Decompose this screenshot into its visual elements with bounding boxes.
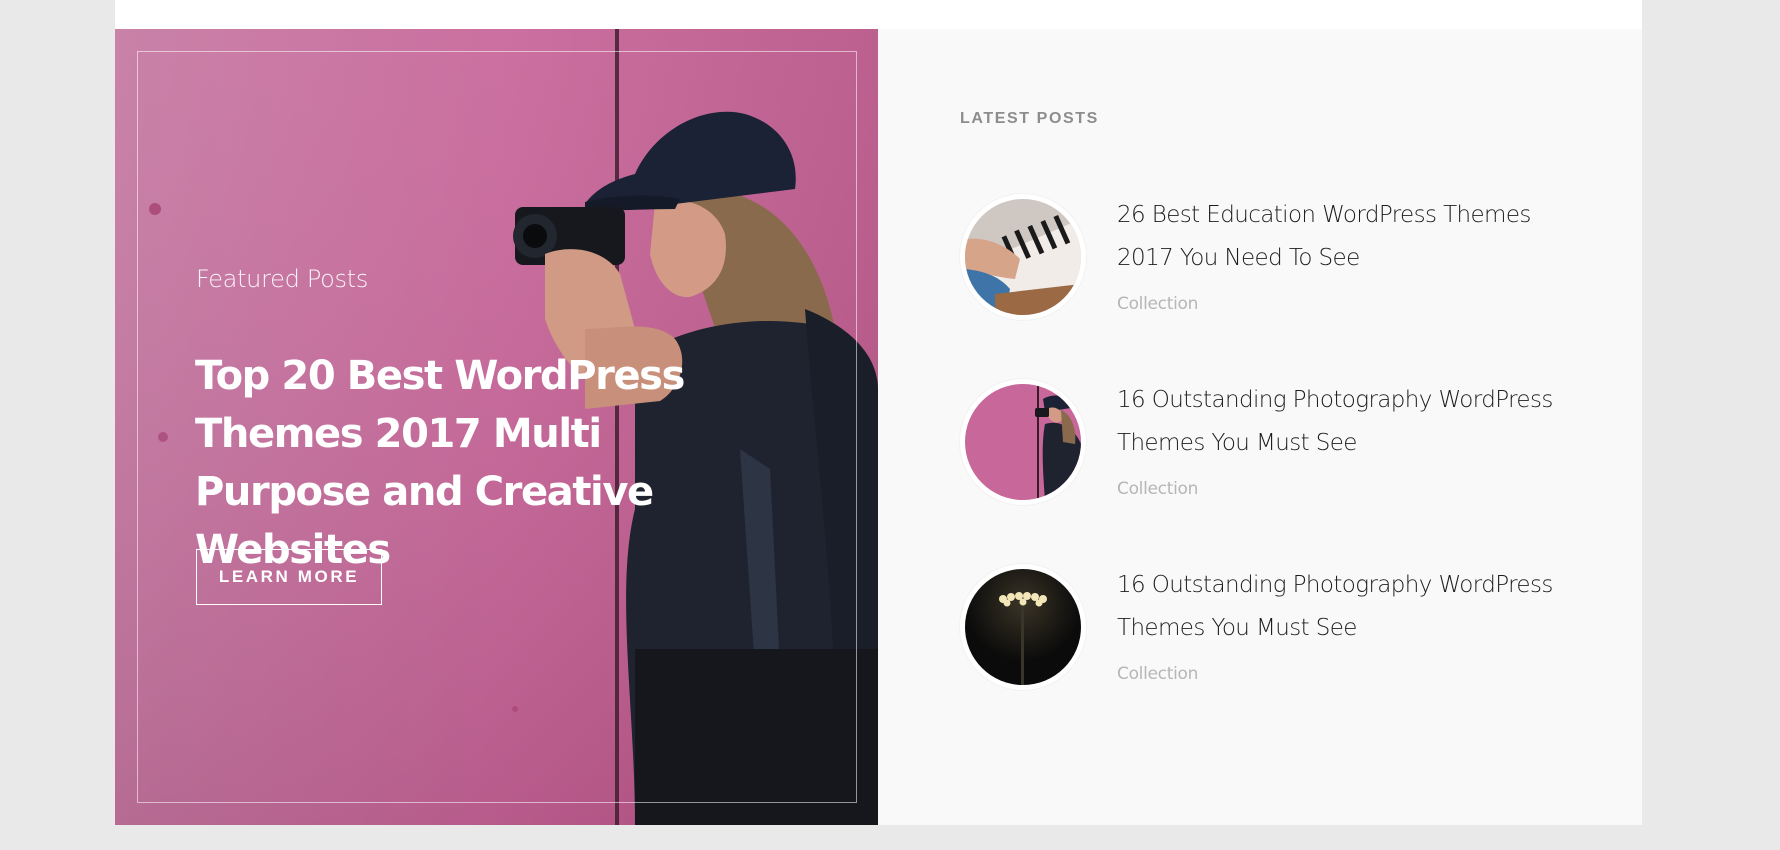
post-thumbnail[interactable] <box>960 194 1086 320</box>
latest-posts-title: LATEST POSTS <box>960 110 1099 127</box>
featured-kicker: Featured Posts <box>196 265 369 293</box>
post-title[interactable]: 16 Outstanding Photography WordPress The… <box>1117 564 1577 650</box>
piano-photo-icon <box>965 199 1081 315</box>
latest-posts-panel: LATEST POSTS 26 Best Education WordPress… <box>878 29 1642 825</box>
post-title[interactable]: 16 Outstanding Photography WordPress The… <box>1117 379 1577 465</box>
list-item[interactable]: 26 Best Education WordPress Themes 2017 … <box>960 194 1600 334</box>
featured-hero[interactable]: Featured Posts Top 20 Best WordPress The… <box>115 29 878 825</box>
streetlight-photo-icon <box>965 569 1081 685</box>
photographer-photo-icon <box>965 384 1081 500</box>
post-title[interactable]: 26 Best Education WordPress Themes 2017 … <box>1117 194 1577 280</box>
list-item[interactable]: 16 Outstanding Photography WordPress The… <box>960 379 1600 519</box>
post-category[interactable]: Collection <box>1117 479 1198 499</box>
featured-headline[interactable]: Top 20 Best WordPress Themes 2017 Multi … <box>195 347 755 579</box>
post-category[interactable]: Collection <box>1117 664 1198 684</box>
post-thumbnail[interactable] <box>960 379 1086 505</box>
top-bar <box>115 0 1642 29</box>
learn-more-button[interactable]: LEARN MORE <box>196 549 382 605</box>
post-thumbnail[interactable] <box>960 564 1086 690</box>
post-category[interactable]: Collection <box>1117 294 1198 314</box>
page-container: Featured Posts Top 20 Best WordPress The… <box>115 0 1642 825</box>
list-item[interactable]: 16 Outstanding Photography WordPress The… <box>960 564 1600 704</box>
